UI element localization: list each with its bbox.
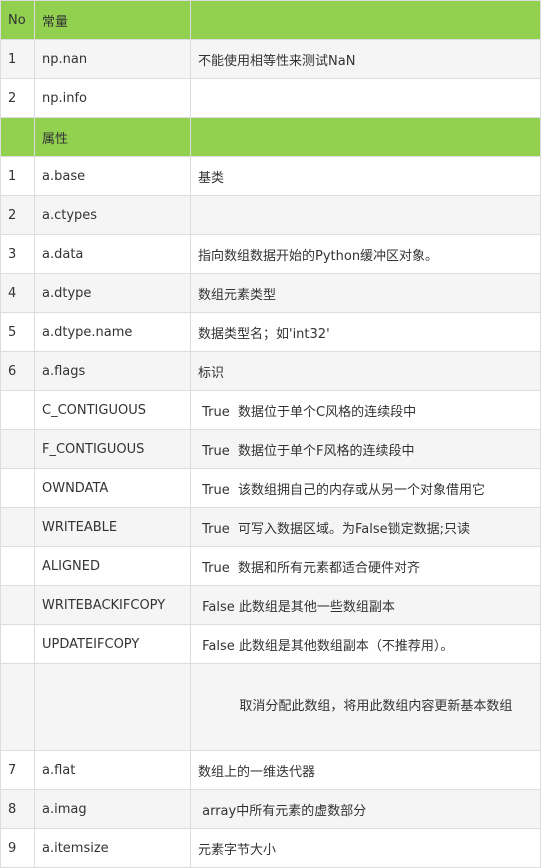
table-row: 3 a.data 指向数组数据开始的Python缓冲区对象。 xyxy=(0,234,541,274)
table-row: 2 np.info xyxy=(0,78,541,118)
table-row: 5 a.dtype.name 数据类型名；如'int32' xyxy=(0,312,541,352)
cell-desc: True 数据和所有元素都适合硬件对齐 xyxy=(190,546,541,586)
table-row: 2 a.ctypes xyxy=(0,195,541,235)
table-row: OWNDATA True 该数组拥自己的内存或从另一个对象借用它 xyxy=(0,468,541,508)
cell-desc xyxy=(190,78,541,118)
section-blank xyxy=(190,117,541,157)
cell-no: 1 xyxy=(0,39,35,79)
cell-desc: False 此数组是其他一些数组副本 xyxy=(190,585,541,625)
cell-no xyxy=(0,585,35,625)
cell-no xyxy=(0,663,35,751)
cell-no: 2 xyxy=(0,195,35,235)
table-row: 1 a.base 基类 xyxy=(0,156,541,196)
cell-name: C_CONTIGUOUS xyxy=(34,390,191,430)
cell-name: a.data xyxy=(34,234,191,274)
cell-no: 7 xyxy=(0,750,35,790)
cell-desc: True 数据位于单个F风格的连续段中 xyxy=(190,429,541,469)
cell-name: a.itemsize xyxy=(34,828,191,868)
cell-desc: True 可写入数据区域。为False锁定数据;只读 xyxy=(190,507,541,547)
table-row: WRITEABLE True 可写入数据区域。为False锁定数据;只读 xyxy=(0,507,541,547)
cell-desc: 数据类型名；如'int32' xyxy=(190,312,541,352)
cell-name: a.dtype xyxy=(34,273,191,313)
cell-no xyxy=(0,507,35,547)
cell-desc: 数组上的一维迭代器 xyxy=(190,750,541,790)
cell-desc: 标识 xyxy=(190,351,541,391)
table-row: 取消分配此数组，将用此数组内容更新基本数组 xyxy=(0,663,541,751)
table-row: WRITEBACKIFCOPY False 此数组是其他一些数组副本 xyxy=(0,585,541,625)
cell-no: 8 xyxy=(0,789,35,829)
cell-name: np.nan xyxy=(34,39,191,79)
table-row: C_CONTIGUOUS True 数据位于单个C风格的连续段中 xyxy=(0,390,541,430)
cell-desc: True 该数组拥自己的内存或从另一个对象借用它 xyxy=(190,468,541,508)
cell-no: 1 xyxy=(0,156,35,196)
cell-desc: array中所有元素的虚数部分 xyxy=(190,789,541,829)
cell-desc: 基类 xyxy=(190,156,541,196)
cell-name: a.flags xyxy=(34,351,191,391)
cell-name xyxy=(34,663,191,751)
cell-name: a.imag xyxy=(34,789,191,829)
cell-name: np.info xyxy=(34,78,191,118)
cell-desc: True 数据位于单个C风格的连续段中 xyxy=(190,390,541,430)
cell-name: WRITEABLE xyxy=(34,507,191,547)
cell-no: 6 xyxy=(0,351,35,391)
cell-desc: False 此数组是其他数组副本（不推荐用）。 xyxy=(190,624,541,664)
section-header-row: 属性 xyxy=(0,117,541,157)
cell-no: 5 xyxy=(0,312,35,352)
cell-name: a.base xyxy=(34,156,191,196)
cell-name: ALIGNED xyxy=(34,546,191,586)
table-row: 1 np.nan 不能使用相等性来测试NaN xyxy=(0,39,541,79)
cell-name: F_CONTIGUOUS xyxy=(34,429,191,469)
numpy-attributes-table: No 常量 1 np.nan 不能使用相等性来测试NaN 2 np.info 属… xyxy=(0,0,541,868)
cell-no: 2 xyxy=(0,78,35,118)
section-no xyxy=(0,117,35,157)
cell-desc: 数组元素类型 xyxy=(190,273,541,313)
table-row: 7 a.flat 数组上的一维迭代器 xyxy=(0,750,541,790)
cell-desc: 指向数组数据开始的Python缓冲区对象。 xyxy=(190,234,541,274)
table-row: 6 a.flags 标识 xyxy=(0,351,541,391)
cell-name: UPDATEIFCOPY xyxy=(34,624,191,664)
cell-no xyxy=(0,468,35,508)
table-row: 8 a.imag array中所有元素的虚数部分 xyxy=(0,789,541,829)
cell-no: 3 xyxy=(0,234,35,274)
table-row: F_CONTIGUOUS True 数据位于单个F风格的连续段中 xyxy=(0,429,541,469)
cell-desc: 取消分配此数组，将用此数组内容更新基本数组 xyxy=(190,663,541,751)
cell-no xyxy=(0,624,35,664)
cell-name: a.dtype.name xyxy=(34,312,191,352)
cell-name: a.ctypes xyxy=(34,195,191,235)
cell-desc xyxy=(190,195,541,235)
table-header-row: No 常量 xyxy=(0,0,541,40)
table-row: 9 a.itemsize 元素字节大小 xyxy=(0,828,541,868)
table-row: 4 a.dtype 数组元素类型 xyxy=(0,273,541,313)
cell-no xyxy=(0,546,35,586)
header-blank xyxy=(190,0,541,40)
cell-no xyxy=(0,429,35,469)
table-row: UPDATEIFCOPY False 此数组是其他数组副本（不推荐用）。 xyxy=(0,624,541,664)
cell-desc: 不能使用相等性来测试NaN xyxy=(190,39,541,79)
header-constants: 常量 xyxy=(34,0,191,40)
cell-no: 4 xyxy=(0,273,35,313)
header-no: No xyxy=(0,0,35,40)
cell-name: WRITEBACKIFCOPY xyxy=(34,585,191,625)
cell-name: OWNDATA xyxy=(34,468,191,508)
cell-no: 9 xyxy=(0,828,35,868)
cell-name: a.flat xyxy=(34,750,191,790)
table-row: ALIGNED True 数据和所有元素都适合硬件对齐 xyxy=(0,546,541,586)
section-attributes: 属性 xyxy=(34,117,191,157)
cell-desc: 元素字节大小 xyxy=(190,828,541,868)
cell-no xyxy=(0,390,35,430)
